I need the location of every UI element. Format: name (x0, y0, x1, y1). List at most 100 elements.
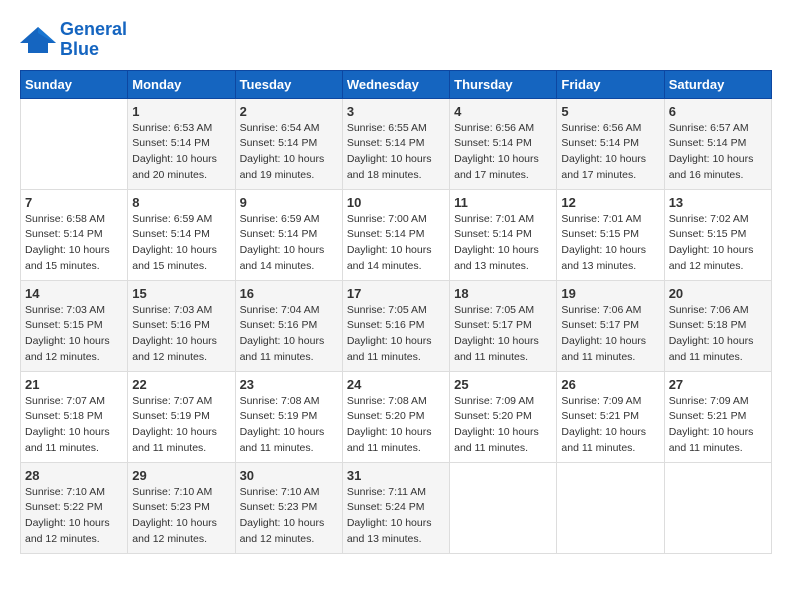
day-info: Sunrise: 7:08 AM Sunset: 5:19 PM Dayligh… (240, 394, 338, 457)
day-info: Sunrise: 7:06 AM Sunset: 5:18 PM Dayligh… (669, 303, 767, 366)
day-info: Sunrise: 7:09 AM Sunset: 5:21 PM Dayligh… (669, 394, 767, 457)
day-info: Sunrise: 6:53 AM Sunset: 5:14 PM Dayligh… (132, 121, 230, 184)
calendar-week-row: 7 Sunrise: 6:58 AM Sunset: 5:14 PM Daylig… (21, 189, 772, 280)
day-info: Sunrise: 7:06 AM Sunset: 5:17 PM Dayligh… (561, 303, 659, 366)
calendar-cell: 11 Sunrise: 7:01 AM Sunset: 5:14 PM Dayli… (450, 189, 557, 280)
column-header-friday: Friday (557, 70, 664, 98)
calendar-cell: 25 Sunrise: 7:09 AM Sunset: 5:20 PM Dayli… (450, 371, 557, 462)
calendar-cell: 2Sunrise: 6:54 AM Sunset: 5:14 PM Daylig… (235, 98, 342, 189)
day-info: Sunrise: 6:57 AM Sunset: 5:14 PM Dayligh… (669, 121, 767, 184)
day-number: 2 (240, 104, 338, 119)
calendar-cell: 7 Sunrise: 6:58 AM Sunset: 5:14 PM Daylig… (21, 189, 128, 280)
calendar-cell: 6 Sunrise: 6:57 AM Sunset: 5:14 PM Daylig… (664, 98, 771, 189)
day-number: 20 (669, 286, 767, 301)
day-number: 5 (561, 104, 659, 119)
calendar-cell: 3 Sunrise: 6:55 AM Sunset: 5:14 PM Daylig… (342, 98, 449, 189)
day-number: 6 (669, 104, 767, 119)
day-number: 25 (454, 377, 552, 392)
day-number: 27 (669, 377, 767, 392)
calendar-cell: 21 Sunrise: 7:07 AM Sunset: 5:18 PM Dayli… (21, 371, 128, 462)
column-header-monday: Monday (128, 70, 235, 98)
calendar-cell: 26 Sunrise: 7:09 AM Sunset: 5:21 PM Dayli… (557, 371, 664, 462)
day-info: Sunrise: 7:09 AM Sunset: 5:20 PM Dayligh… (454, 394, 552, 457)
day-number: 13 (669, 195, 767, 210)
calendar-cell: 4Sunrise: 6:56 AM Sunset: 5:14 PM Daylig… (450, 98, 557, 189)
calendar-cell: 20 Sunrise: 7:06 AM Sunset: 5:18 PM Dayli… (664, 280, 771, 371)
day-number: 31 (347, 468, 445, 483)
calendar-cell: 24 Sunrise: 7:08 AM Sunset: 5:20 PM Dayli… (342, 371, 449, 462)
calendar-cell: 13 Sunrise: 7:02 AM Sunset: 5:15 PM Dayli… (664, 189, 771, 280)
calendar-cell: 19Sunrise: 7:06 AM Sunset: 5:17 PM Dayli… (557, 280, 664, 371)
day-number: 10 (347, 195, 445, 210)
calendar-header-row: SundayMondayTuesdayWednesdayThursdayFrid… (21, 70, 772, 98)
calendar-cell (450, 462, 557, 553)
day-info: Sunrise: 7:03 AM Sunset: 5:15 PM Dayligh… (25, 303, 123, 366)
day-number: 4 (454, 104, 552, 119)
day-info: Sunrise: 7:10 AM Sunset: 5:23 PM Dayligh… (240, 485, 338, 548)
day-number: 3 (347, 104, 445, 119)
day-info: Sunrise: 7:00 AM Sunset: 5:14 PM Dayligh… (347, 212, 445, 275)
calendar-cell: 15 Sunrise: 7:03 AM Sunset: 5:16 PM Dayli… (128, 280, 235, 371)
logo-text: General Blue (60, 20, 127, 60)
header: General Blue (20, 20, 772, 60)
calendar-cell: 17Sunrise: 7:05 AM Sunset: 5:16 PM Dayli… (342, 280, 449, 371)
calendar-cell: 18 Sunrise: 7:05 AM Sunset: 5:17 PM Dayli… (450, 280, 557, 371)
day-info: Sunrise: 6:59 AM Sunset: 5:14 PM Dayligh… (132, 212, 230, 275)
day-info: Sunrise: 7:07 AM Sunset: 5:18 PM Dayligh… (25, 394, 123, 457)
logo-icon (20, 25, 56, 55)
calendar-week-row: 1 Sunrise: 6:53 AM Sunset: 5:14 PM Daylig… (21, 98, 772, 189)
column-header-thursday: Thursday (450, 70, 557, 98)
calendar-cell: 16 Sunrise: 7:04 AM Sunset: 5:16 PM Dayli… (235, 280, 342, 371)
day-info: Sunrise: 7:07 AM Sunset: 5:19 PM Dayligh… (132, 394, 230, 457)
day-info: Sunrise: 7:03 AM Sunset: 5:16 PM Dayligh… (132, 303, 230, 366)
calendar-cell: 27 Sunrise: 7:09 AM Sunset: 5:21 PM Dayli… (664, 371, 771, 462)
column-header-sunday: Sunday (21, 70, 128, 98)
day-info: Sunrise: 7:10 AM Sunset: 5:23 PM Dayligh… (132, 485, 230, 548)
day-info: Sunrise: 7:04 AM Sunset: 5:16 PM Dayligh… (240, 303, 338, 366)
calendar-cell: 28 Sunrise: 7:10 AM Sunset: 5:22 PM Dayli… (21, 462, 128, 553)
day-info: Sunrise: 7:08 AM Sunset: 5:20 PM Dayligh… (347, 394, 445, 457)
calendar-cell: 29Sunrise: 7:10 AM Sunset: 5:23 PM Dayli… (128, 462, 235, 553)
day-number: 7 (25, 195, 123, 210)
calendar-cell (557, 462, 664, 553)
day-number: 21 (25, 377, 123, 392)
day-number: 26 (561, 377, 659, 392)
day-number: 8 (132, 195, 230, 210)
day-info: Sunrise: 7:01 AM Sunset: 5:14 PM Dayligh… (454, 212, 552, 275)
day-number: 1 (132, 104, 230, 119)
calendar-week-row: 28 Sunrise: 7:10 AM Sunset: 5:22 PM Dayli… (21, 462, 772, 553)
day-number: 22 (132, 377, 230, 392)
calendar-cell: 12 Sunrise: 7:01 AM Sunset: 5:15 PM Dayli… (557, 189, 664, 280)
column-header-wednesday: Wednesday (342, 70, 449, 98)
day-info: Sunrise: 6:55 AM Sunset: 5:14 PM Dayligh… (347, 121, 445, 184)
calendar-cell: 30Sunrise: 7:10 AM Sunset: 5:23 PM Dayli… (235, 462, 342, 553)
day-number: 23 (240, 377, 338, 392)
calendar-cell: 23 Sunrise: 7:08 AM Sunset: 5:19 PM Dayli… (235, 371, 342, 462)
day-number: 11 (454, 195, 552, 210)
calendar-cell: 5Sunrise: 6:56 AM Sunset: 5:14 PM Daylig… (557, 98, 664, 189)
day-number: 18 (454, 286, 552, 301)
day-info: Sunrise: 7:09 AM Sunset: 5:21 PM Dayligh… (561, 394, 659, 457)
day-info: Sunrise: 7:05 AM Sunset: 5:17 PM Dayligh… (454, 303, 552, 366)
calendar-cell: 8 Sunrise: 6:59 AM Sunset: 5:14 PM Daylig… (128, 189, 235, 280)
day-number: 12 (561, 195, 659, 210)
calendar-cell (664, 462, 771, 553)
day-number: 16 (240, 286, 338, 301)
day-info: Sunrise: 6:58 AM Sunset: 5:14 PM Dayligh… (25, 212, 123, 275)
day-number: 24 (347, 377, 445, 392)
calendar-cell: 31Sunrise: 7:11 AM Sunset: 5:24 PM Dayli… (342, 462, 449, 553)
calendar-cell: 1 Sunrise: 6:53 AM Sunset: 5:14 PM Daylig… (128, 98, 235, 189)
day-info: Sunrise: 7:10 AM Sunset: 5:22 PM Dayligh… (25, 485, 123, 548)
column-header-tuesday: Tuesday (235, 70, 342, 98)
calendar-cell (21, 98, 128, 189)
day-info: Sunrise: 7:02 AM Sunset: 5:15 PM Dayligh… (669, 212, 767, 275)
logo: General Blue (20, 20, 127, 60)
calendar-cell: 9Sunrise: 6:59 AM Sunset: 5:14 PM Daylig… (235, 189, 342, 280)
calendar-week-row: 14Sunrise: 7:03 AM Sunset: 5:15 PM Dayli… (21, 280, 772, 371)
day-info: Sunrise: 7:01 AM Sunset: 5:15 PM Dayligh… (561, 212, 659, 275)
column-header-saturday: Saturday (664, 70, 771, 98)
calendar-cell: 22 Sunrise: 7:07 AM Sunset: 5:19 PM Dayli… (128, 371, 235, 462)
day-number: 17 (347, 286, 445, 301)
day-number: 28 (25, 468, 123, 483)
day-number: 15 (132, 286, 230, 301)
